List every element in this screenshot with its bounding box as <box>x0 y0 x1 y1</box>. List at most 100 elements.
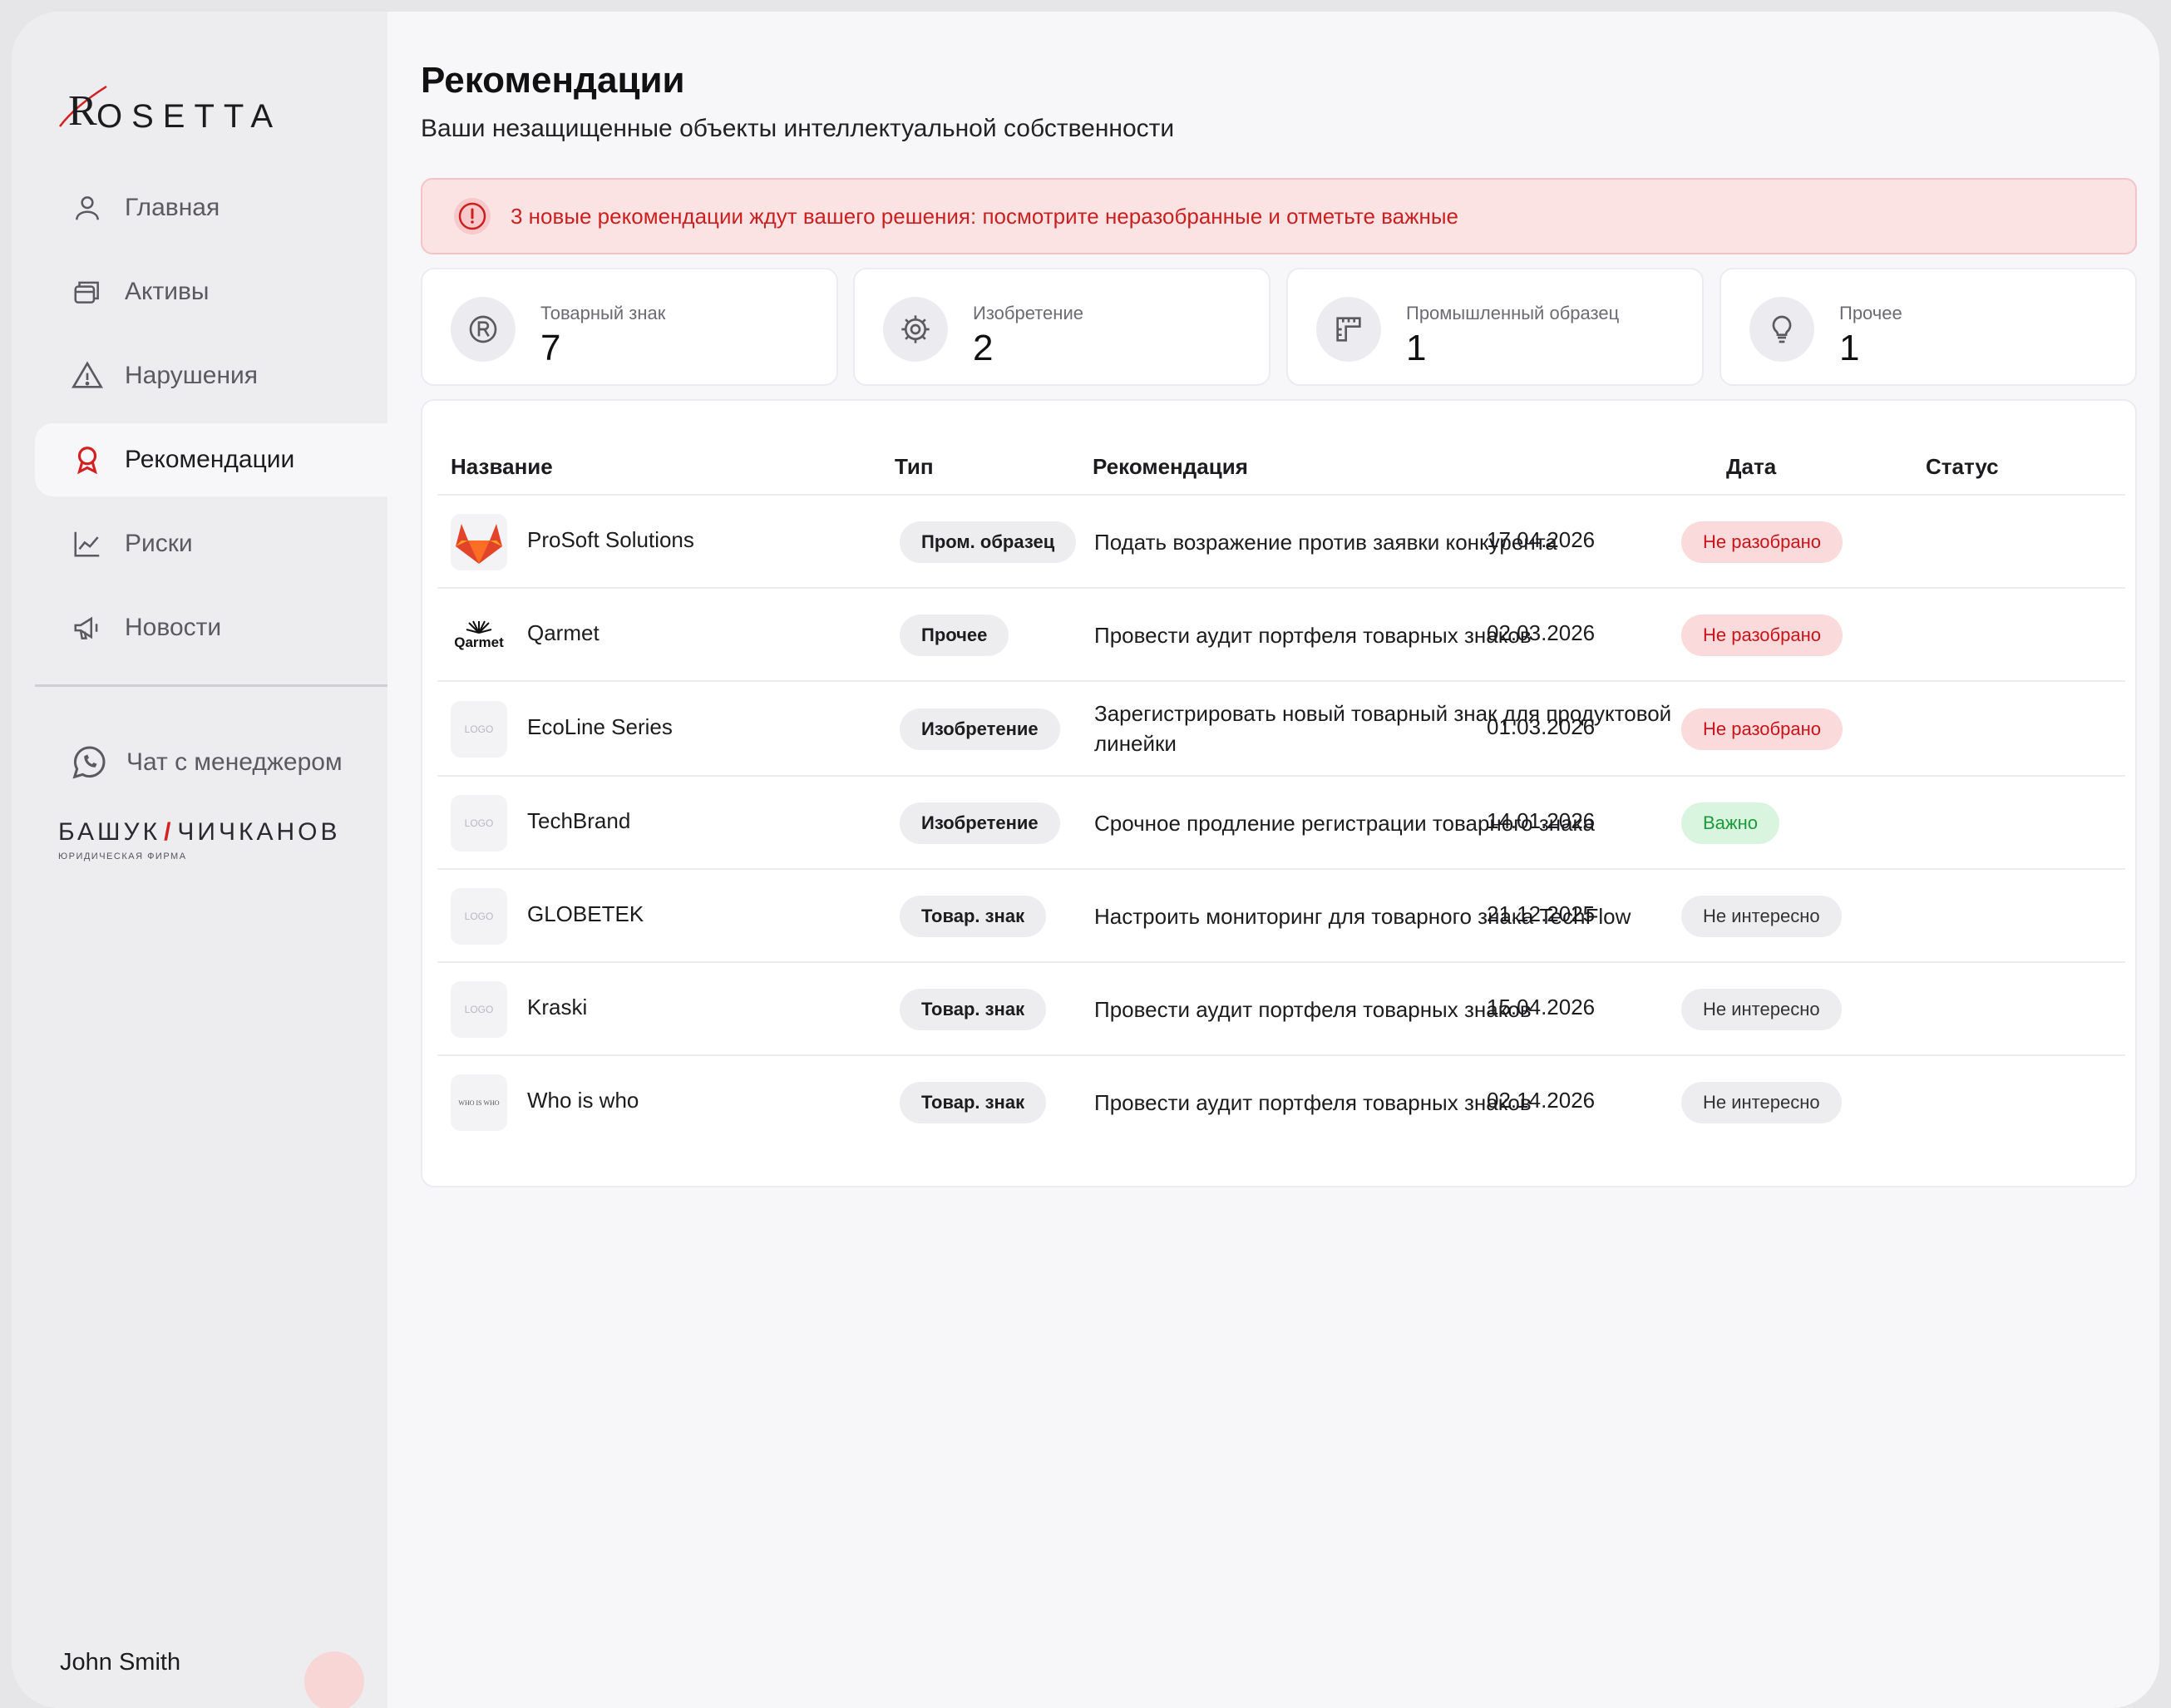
row-recommendation: Срочное продление регистрации товарного … <box>1094 811 1595 836</box>
alert-banner: 3 новые рекомендации ждут вашего решения… <box>421 178 2137 254</box>
megaphone-icon <box>70 610 105 645</box>
type-badge: Прочее <box>900 615 1009 656</box>
row-name: Qarmet <box>527 620 599 645</box>
row-date: 01.03.2026 <box>1487 714 1596 739</box>
row-recommendation: Провести аудит портфеля товарных знаков <box>1094 1090 1532 1115</box>
row-name: TechBrand <box>527 808 631 833</box>
type-badge: Товар. знак <box>900 1082 1047 1123</box>
assets-icon <box>70 274 105 309</box>
alert-icon <box>454 198 491 234</box>
table-row[interactable]: LOGO TechBrand Изобретение Срочное продл… <box>437 775 2125 870</box>
sidebar-item-label: Нарушения <box>125 362 259 389</box>
sidebar: R OSETTA Главная Активы Нарушения Рекоме… <box>12 12 387 1708</box>
sidebar-divider <box>35 684 387 687</box>
user-name[interactable]: John Smith <box>60 1649 180 1676</box>
gitlab-fox-logo <box>451 514 507 570</box>
sidebar-item-label: Главная <box>125 194 220 221</box>
column-header-status[interactable]: Статус <box>1926 454 1999 480</box>
partner-slash: / <box>164 818 175 846</box>
type-badge: Изобретение <box>900 802 1060 844</box>
stats-cards: Товарный знак 7 Изобретение 2 Промышленн… <box>421 268 2137 386</box>
placeholder-logo: LOGO <box>451 888 507 945</box>
status-badge[interactable]: Не разобрано <box>1681 521 1843 563</box>
partner-name-right: ЧИЧКАНОВ <box>177 818 341 846</box>
partner-subtitle: ЮРИДИЧЕСКАЯ ФИРМА <box>58 852 187 861</box>
type-badge: Товар. знак <box>900 896 1047 937</box>
partner-logo: БАШУК / ЧИЧКАНОВ ЮРИДИЧЕСКАЯ ФИРМА <box>58 818 340 861</box>
sidebar-item-recommendations[interactable]: Рекомендации <box>35 423 387 496</box>
type-badge: Товар. знак <box>900 989 1047 1030</box>
svg-text:R: R <box>68 87 97 135</box>
sidebar-item-news[interactable]: Новости <box>35 591 387 664</box>
stat-card-industrial-design[interactable]: Промышленный образец 1 <box>1286 268 1704 386</box>
page-title: Рекомендации <box>421 60 685 101</box>
placeholder-logo: LOGO <box>451 795 507 852</box>
type-badge: Пром. образец <box>900 521 1077 563</box>
row-name: Kraski <box>527 995 588 1019</box>
stat-card-invention[interactable]: Изобретение 2 <box>853 268 1271 386</box>
recommendations-table: Название Тип Рекомендация Дата Статус Pr… <box>421 399 2137 1187</box>
sidebar-item-label: Риски <box>125 530 193 557</box>
status-badge[interactable]: Не интересно <box>1681 1082 1842 1123</box>
stat-card-other[interactable]: Прочее 1 <box>1720 268 2137 386</box>
column-header-type[interactable]: Тип <box>895 454 934 480</box>
column-header-recommendation[interactable]: Рекомендация <box>1093 454 1248 480</box>
row-name: GLOBETEK <box>527 901 644 926</box>
column-header-date[interactable]: Дата <box>1726 454 1776 480</box>
alert-text: 3 новые рекомендации ждут вашего решения… <box>511 203 1459 229</box>
registered-icon <box>451 297 516 362</box>
placeholder-logo: LOGO <box>451 981 507 1038</box>
table-row[interactable]: ProSoft Solutions Пром. образец Подать в… <box>437 494 2125 589</box>
status-badge[interactable]: Важно <box>1681 802 1780 844</box>
row-date: 21.12.2025 <box>1487 901 1596 926</box>
row-name: Who is who <box>527 1088 639 1113</box>
page-subtitle: Ваши незащищенные объекты интеллектуальн… <box>421 115 1175 142</box>
sidebar-item-label: Рекомендации <box>125 446 295 473</box>
row-recommendation: Настроить мониторинг для товарного знака… <box>1094 904 1631 929</box>
table-row[interactable]: LOGO Kraski Товар. знак Провести аудит п… <box>437 961 2125 1056</box>
table-header: Название Тип Рекомендация Дата Статус <box>422 454 2135 487</box>
sidebar-item-violations[interactable]: Нарушения <box>35 339 387 412</box>
stat-label: Прочее <box>1839 303 1902 323</box>
status-badge[interactable]: Не разобрано <box>1681 708 1843 750</box>
stat-value: 1 <box>1406 328 1427 368</box>
row-date: 15.04.2026 <box>1487 995 1596 1019</box>
stat-value: 2 <box>973 328 994 368</box>
row-name: EcoLine Series <box>527 714 673 739</box>
table-row[interactable]: Qarmet Qarmet Прочее Провести аудит порт… <box>437 587 2125 682</box>
row-date: 14.01.2026 <box>1487 808 1596 833</box>
status-badge[interactable]: Не разобрано <box>1681 615 1843 656</box>
sidebar-nav: Главная Активы Нарушения Рекомендации Ри… <box>35 171 387 675</box>
table-row[interactable]: LOGO EcoLine Series Изобретение Зарегист… <box>437 680 2125 777</box>
sidebar-item-label: Новости <box>125 614 222 641</box>
stat-card-trademark[interactable]: Товарный знак 7 <box>421 268 838 386</box>
stat-label: Изобретение <box>973 303 1083 323</box>
whatsapp-icon <box>72 746 106 779</box>
column-header-name[interactable]: Название <box>451 454 553 480</box>
sidebar-item-home[interactable]: Главная <box>35 171 387 244</box>
chart-icon <box>70 526 105 561</box>
stat-value: 7 <box>540 328 561 368</box>
status-badge[interactable]: Не интересно <box>1681 896 1842 937</box>
sidebar-item-risks[interactable]: Риски <box>35 507 387 580</box>
sidebar-item-label: Активы <box>125 278 210 305</box>
row-recommendation: Подать возражение против заявки конкурен… <box>1094 530 1557 555</box>
table-row[interactable]: WHO IS WHO Who is who Товар. знак Провес… <box>437 1054 2125 1149</box>
row-date: 02.03.2026 <box>1487 620 1596 645</box>
user-icon <box>70 190 105 225</box>
stat-label: Товарный знак <box>540 303 666 323</box>
award-icon <box>70 442 105 477</box>
row-recommendation: Провести аудит портфеля товарных знаков <box>1094 997 1532 1022</box>
main-content: Рекомендации Ваши незащищенные объекты и… <box>387 12 2159 1708</box>
whoiswho-logo: WHO IS WHO <box>451 1074 507 1131</box>
logout-button[interactable] <box>304 1651 364 1708</box>
sidebar-item-assets[interactable]: Активы <box>35 255 387 328</box>
status-badge[interactable]: Не интересно <box>1681 989 1842 1030</box>
qarmet-logo: Qarmet <box>451 607 507 664</box>
warning-icon <box>70 358 105 393</box>
gear-icon <box>883 297 948 362</box>
chat-with-manager-link[interactable]: Чат с менеджером <box>35 728 387 797</box>
table-row[interactable]: LOGO GLOBETEK Товар. знак Настроить мони… <box>437 868 2125 963</box>
brand-logo[interactable]: R OSETTA <box>58 81 324 141</box>
app-window: R OSETTA Главная Активы Нарушения Рекоме… <box>12 12 2159 1708</box>
